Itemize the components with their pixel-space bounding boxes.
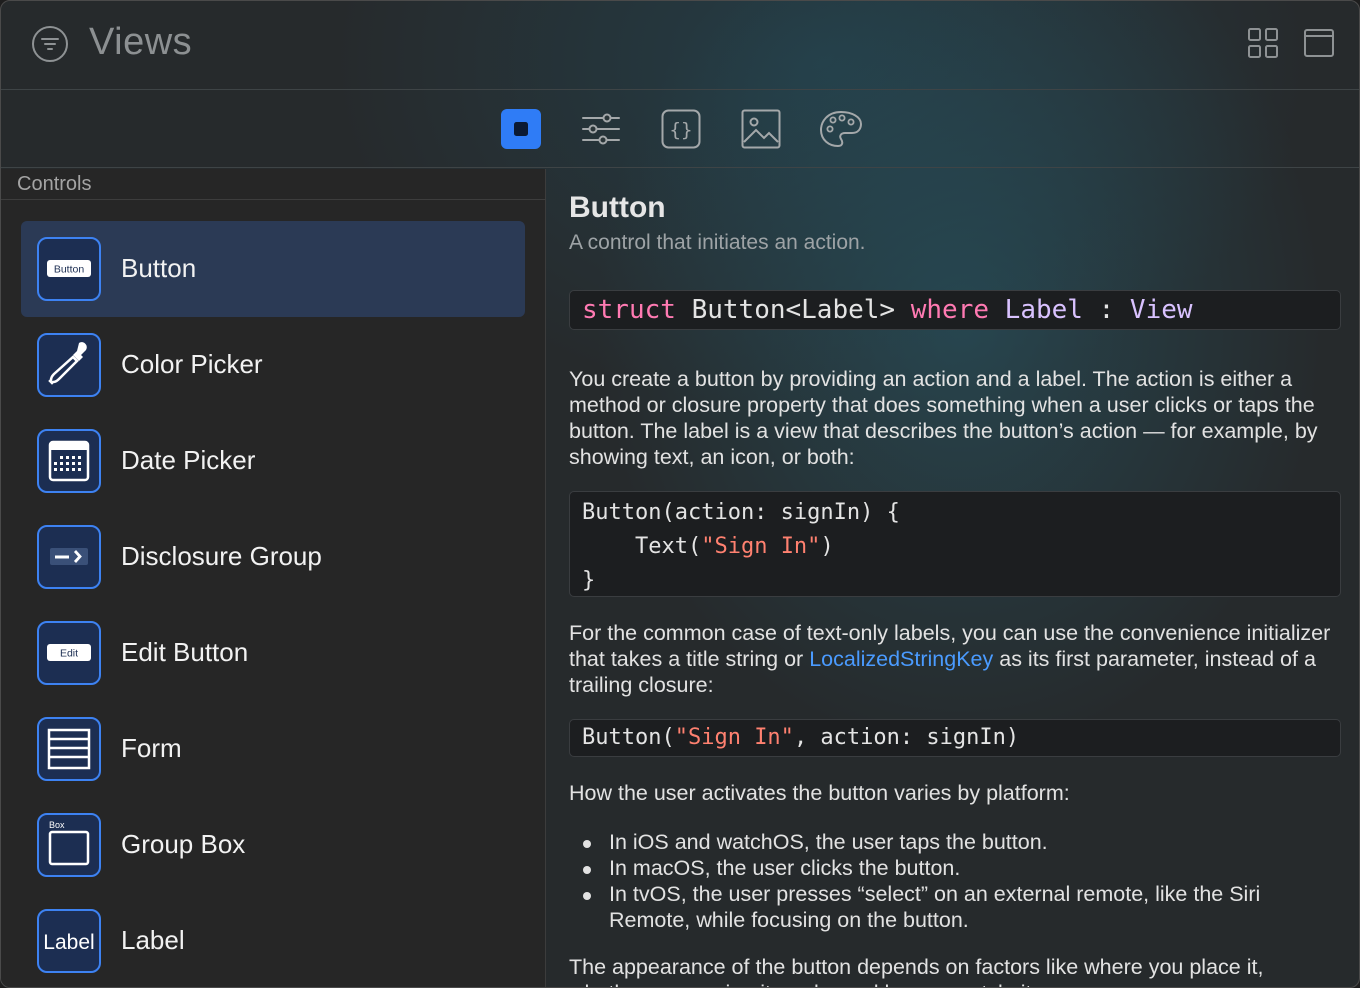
code-keyword: struct xyxy=(582,295,676,325)
detail-title: Button xyxy=(569,191,666,224)
sidebar-item-label: Form xyxy=(121,733,182,763)
list-item: In tvOS, the user presses “select” on an… xyxy=(569,881,1341,933)
svg-text:Box: Box xyxy=(49,820,65,830)
code-generic: Label xyxy=(1004,295,1083,325)
sidebar-item-label-view[interactable]: Label Label xyxy=(21,893,525,987)
window-title: Views xyxy=(89,21,193,63)
sidebar-item-label: Disclosure Group xyxy=(121,541,322,571)
edit-button-icon: Edit xyxy=(37,621,101,685)
form-icon xyxy=(37,717,101,781)
sidebar: Controls Button Button Color Picker Date… xyxy=(1,169,546,987)
sidebar-item-label: Date Picker xyxy=(121,445,256,475)
button-icon: Button xyxy=(37,237,101,301)
app-window: Views {} Controls Button Button Color Pi… xyxy=(0,0,1360,988)
section-divider xyxy=(1,199,546,200)
section-header-controls: Controls xyxy=(17,173,92,195)
list-item: In macOS, the user clicks the button. xyxy=(569,855,1341,881)
sidebar-item-group-box[interactable]: Box Group Box xyxy=(21,797,525,893)
sidebar-item-label: Edit Button xyxy=(121,637,249,667)
palette-tab[interactable] xyxy=(819,109,863,149)
views-tab[interactable] xyxy=(501,109,541,149)
label-icon: Label xyxy=(37,909,101,973)
paragraph: The appearance of the button depends on … xyxy=(569,955,1264,987)
svg-text:Label: Label xyxy=(43,931,94,954)
toolbar: {} xyxy=(1,91,1359,168)
photo-icon xyxy=(741,109,781,149)
curly-braces-icon: {} xyxy=(661,109,701,149)
svg-text:Edit: Edit xyxy=(60,648,78,660)
sidebar-item-label: Label xyxy=(121,925,185,955)
code-line: Button(action: signIn) { xyxy=(582,500,900,525)
grid-view-icon[interactable] xyxy=(1247,27,1279,59)
calendar-icon xyxy=(37,429,101,493)
sidebar-item-disclosure-group[interactable]: Disclosure Group xyxy=(21,509,525,605)
list-item: In iOS and watchOS, the user taps the bu… xyxy=(569,829,1341,855)
code-type-name: Button<Label> xyxy=(691,295,896,325)
paragraph: For the common case of text-only labels,… xyxy=(569,621,1331,697)
window-layout-icon[interactable] xyxy=(1303,27,1335,59)
modifiers-tab[interactable] xyxy=(581,109,621,149)
code-tab[interactable]: {} xyxy=(661,109,701,149)
code-sample: Button(action: signIn) { Text("Sign In")… xyxy=(569,491,1341,597)
disclosure-icon xyxy=(37,525,101,589)
code-sample: Button("Sign In", action: signIn) xyxy=(569,719,1341,757)
localized-string-key-link[interactable]: LocalizedStringKey xyxy=(809,647,993,671)
eyedropper-icon xyxy=(37,333,101,397)
code-protocol: View xyxy=(1129,295,1193,325)
sidebar-item-label: Group Box xyxy=(121,829,246,859)
svg-text:{}: {} xyxy=(670,119,693,141)
sidebar-item-button[interactable]: Button Button xyxy=(21,221,525,317)
code-keyword: where xyxy=(910,295,990,325)
title-bar: Views xyxy=(1,1,1359,90)
detail-subtitle: A control that initiates an action. xyxy=(569,231,866,254)
paragraph: How the user activates the button varies… xyxy=(569,781,1070,805)
svg-text:Button: Button xyxy=(54,264,85,276)
sidebar-item-label: Button xyxy=(121,253,197,283)
sidebar-item-color-picker[interactable]: Color Picker xyxy=(21,317,525,413)
declaration-code: struct Button<Label> where Label : View xyxy=(569,290,1341,330)
code-separator: : xyxy=(1098,295,1115,325)
paragraph: You create a button by providing an acti… xyxy=(569,367,1318,469)
code-line: Text("Sign In") xyxy=(582,534,834,559)
code-line: } xyxy=(582,568,596,593)
filter-icon[interactable] xyxy=(32,26,68,62)
sidebar-item-label: Color Picker xyxy=(121,349,263,379)
palette-icon xyxy=(819,110,863,148)
sidebar-item-form[interactable]: Form xyxy=(21,701,525,797)
bullet-list: In iOS and watchOS, the user taps the bu… xyxy=(569,829,1341,933)
image-tab[interactable] xyxy=(741,109,781,149)
group-box-icon: Box xyxy=(37,813,101,877)
sliders-icon xyxy=(582,113,620,145)
sidebar-item-edit-button[interactable]: Edit Edit Button xyxy=(21,605,525,701)
detail-pane: Button A control that initiates an actio… xyxy=(569,169,1349,987)
views-tab-icon xyxy=(514,122,528,136)
sidebar-item-date-picker[interactable]: Date Picker xyxy=(21,413,525,509)
